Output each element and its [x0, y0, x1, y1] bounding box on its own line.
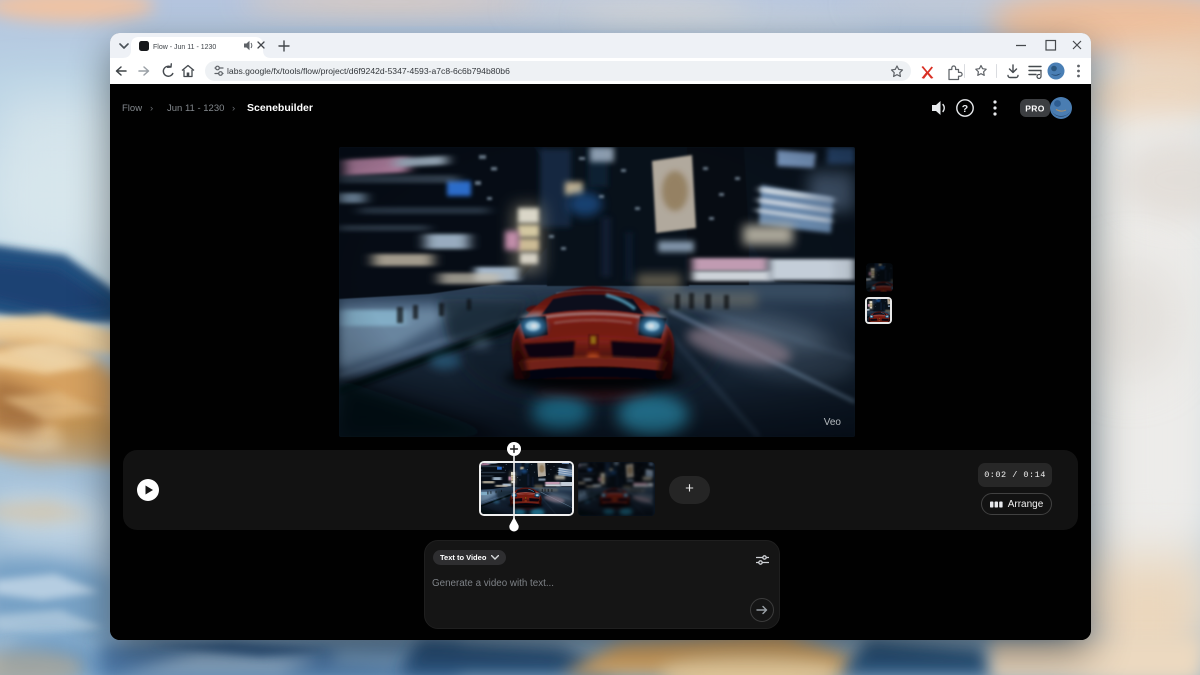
svg-text:labs.google/fx/tools/flow/proj: labs.google/fx/tools/flow/project/d6f924… — [227, 66, 510, 76]
svg-text:?: ? — [962, 103, 968, 115]
svg-text:Flow - Jun 11 - 1230: Flow - Jun 11 - 1230 — [153, 44, 216, 51]
svg-text:PRO: PRO — [1025, 104, 1045, 114]
